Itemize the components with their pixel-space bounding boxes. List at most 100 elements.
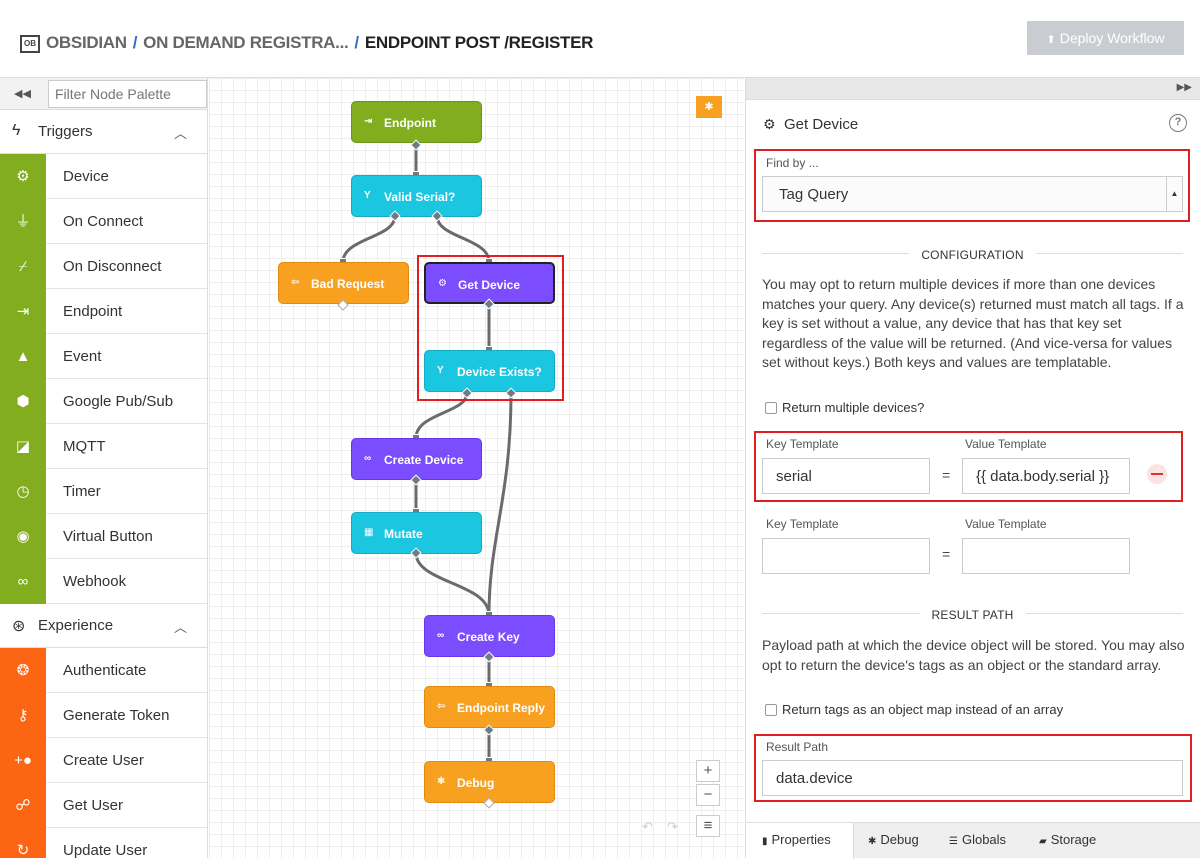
palette-item-label: On Disconnect	[63, 258, 162, 275]
refresh-user-icon: ↻	[0, 828, 46, 858]
chip-icon: ⚙	[0, 154, 46, 199]
palette-item-label: Webhook	[63, 573, 127, 590]
node-create-device[interactable]: ∞ Create Device	[351, 438, 482, 480]
palette-item-update-user[interactable]: ↻ Update User	[0, 828, 207, 858]
result-path-description: Payload path at which the device object …	[762, 637, 1185, 673]
branch-icon: Y	[364, 190, 371, 201]
palette-item-endpoint[interactable]: ⇥ Endpoint	[0, 289, 207, 334]
breadcrumb-workflow[interactable]: ON DEMAND REGISTRA...	[143, 33, 349, 52]
canvas-menu-button[interactable]: ≡	[696, 815, 720, 837]
palette-item-webhook[interactable]: ∞ Webhook	[0, 559, 207, 604]
help-icon[interactable]: ?	[1169, 114, 1187, 132]
return-multiple-checkbox[interactable]	[765, 402, 777, 414]
result-path-input[interactable]: data.device	[762, 760, 1183, 796]
node-endpoint-reply[interactable]: ⇦ Endpoint Reply	[424, 686, 555, 728]
node-bad-request[interactable]: ⇦ Bad Request	[278, 262, 409, 304]
tab-debug[interactable]: ✱ Debug	[868, 823, 948, 859]
palette-item-timer[interactable]: ◷ Timer	[0, 469, 207, 514]
wire-exists-createkey	[487, 392, 513, 616]
palette-item-label: Create User	[63, 752, 144, 769]
node-valid-serial[interactable]: Y Valid Serial?	[351, 175, 482, 217]
palette-item-on-disconnect[interactable]: ⌿ On Disconnect	[0, 244, 207, 289]
palette-item-authenticate[interactable]: ❂ Authenticate	[0, 648, 207, 693]
palette-item-label: Endpoint	[63, 303, 123, 320]
tab-label: Properties	[771, 832, 831, 847]
tab-globals[interactable]: ☰ Globals	[949, 823, 1031, 859]
palette-item-event[interactable]: ▲ Event	[0, 334, 207, 379]
palette-item-label: Device	[63, 168, 109, 185]
document-icon: ▮	[762, 836, 768, 847]
infinity-icon: ∞	[437, 630, 445, 641]
node-get-device[interactable]: ⚙ Get Device	[424, 262, 555, 304]
button-icon: ◉	[0, 514, 46, 559]
chevron-up-icon[interactable]: ︿	[174, 123, 187, 142]
list-icon: ☰	[949, 836, 958, 847]
value-template-input-empty[interactable]	[962, 538, 1130, 574]
endpoint-icon: ⇥	[364, 116, 373, 127]
wire-valid-bad	[341, 215, 397, 263]
link-icon: ∞	[0, 559, 46, 604]
section-triggers[interactable]: ϟ Triggers ︿	[0, 110, 207, 154]
key-template-label: Key Template	[766, 517, 839, 531]
tab-label: Storage	[1050, 832, 1097, 847]
chevron-up-icon[interactable]: ︿	[174, 617, 187, 636]
wire-mutate-createkey	[414, 552, 491, 616]
palette-toolbar: ◀◀	[0, 78, 207, 110]
filter-node-palette-input[interactable]	[48, 80, 207, 108]
debug-toggle-button[interactable]: ✱	[696, 96, 722, 118]
breadcrumb-separator: /	[132, 33, 138, 52]
node-endpoint[interactable]: ⇥ Endpoint	[351, 101, 482, 143]
collapse-properties-icon[interactable]: ▶▶	[1177, 82, 1192, 93]
properties-title: Get Device	[784, 116, 859, 133]
palette-item-label: Authenticate	[63, 662, 147, 679]
key-template-input[interactable]: serial	[762, 458, 930, 494]
palette-item-device[interactable]: ⚙ Device	[0, 154, 207, 199]
palette-item-google-pubsub[interactable]: ⬢ Google Pub/Sub	[0, 379, 207, 424]
node-create-key[interactable]: ∞ Create Key	[424, 615, 555, 657]
node-debug[interactable]: ✱ Debug	[424, 761, 555, 803]
palette-item-label: On Connect	[63, 213, 144, 230]
breadcrumb-app[interactable]: OBSIDIAN	[46, 33, 127, 52]
find-by-value: Tag Query	[779, 186, 849, 203]
value-template-input[interactable]: {{ data.body.serial }}	[962, 458, 1130, 494]
zoom-in-button[interactable]: +	[696, 760, 720, 782]
palette-item-create-user[interactable]: +● Create User	[0, 738, 207, 783]
key-template-input-empty[interactable]	[762, 538, 930, 574]
redo-icon[interactable]: ↷	[667, 819, 678, 835]
equals-sign: =	[942, 467, 951, 483]
node-device-exists[interactable]: Y Device Exists?	[424, 350, 555, 392]
node-label: Endpoint Reply	[457, 701, 545, 715]
undo-icon[interactable]: ↶	[642, 819, 653, 835]
palette-item-generate-token[interactable]: ⚷ Generate Token	[0, 693, 207, 738]
breadcrumb-current: ENDPOINT POST /REGISTER	[364, 33, 594, 52]
palette-item-mqtt[interactable]: ◪ MQTT	[0, 424, 207, 469]
palette-item-virtual-button[interactable]: ◉ Virtual Button	[0, 514, 207, 559]
chip-icon: ⚙	[438, 278, 447, 289]
obsidian-logo[interactable]: OB	[20, 35, 40, 53]
dropdown-caret-icon: ▲	[1166, 177, 1182, 211]
equals-sign: =	[942, 546, 951, 562]
palette-item-get-user[interactable]: ☍ Get User	[0, 783, 207, 828]
workflow-canvas[interactable]: ⇥ Endpoint Y Valid Serial? ⇦ Bad Request ⚙ G…	[209, 78, 744, 858]
return-multiple-checkbox-row[interactable]: Return multiple devices?	[765, 400, 924, 415]
palette-item-label: Google Pub/Sub	[63, 393, 174, 410]
tab-properties[interactable]: ▮ Properties	[746, 823, 854, 859]
palette-item-on-connect[interactable]: ⏚ On Connect	[0, 199, 207, 244]
node-label: Device Exists?	[457, 365, 542, 379]
collapse-palette-icon[interactable]: ◀◀	[14, 87, 31, 100]
node-label: Create Device	[384, 453, 464, 467]
return-tags-checkbox-row[interactable]: Return tags as an object map instead of …	[765, 702, 1063, 717]
result-path-heading-text: RESULT PATH	[919, 608, 1026, 622]
return-tags-checkbox[interactable]	[765, 704, 777, 716]
breadcrumb-separator: /	[354, 33, 359, 52]
zoom-out-button[interactable]: −	[696, 784, 720, 806]
remove-row-icon[interactable]	[1147, 464, 1167, 484]
return-tags-label: Return tags as an object map instead of …	[782, 702, 1064, 717]
mqtt-icon: ◪	[0, 424, 46, 469]
section-experience[interactable]: ⊛ Experience ︿	[0, 604, 207, 648]
tab-storage[interactable]: ▰ Storage	[1039, 823, 1129, 859]
deploy-workflow-button[interactable]: ⬆ Deploy Workflow	[1027, 21, 1184, 55]
find-by-label: Find by ...	[766, 156, 819, 170]
find-by-select[interactable]: Tag Query ▲	[762, 176, 1183, 212]
fingerprint-icon: ❂	[0, 648, 46, 693]
